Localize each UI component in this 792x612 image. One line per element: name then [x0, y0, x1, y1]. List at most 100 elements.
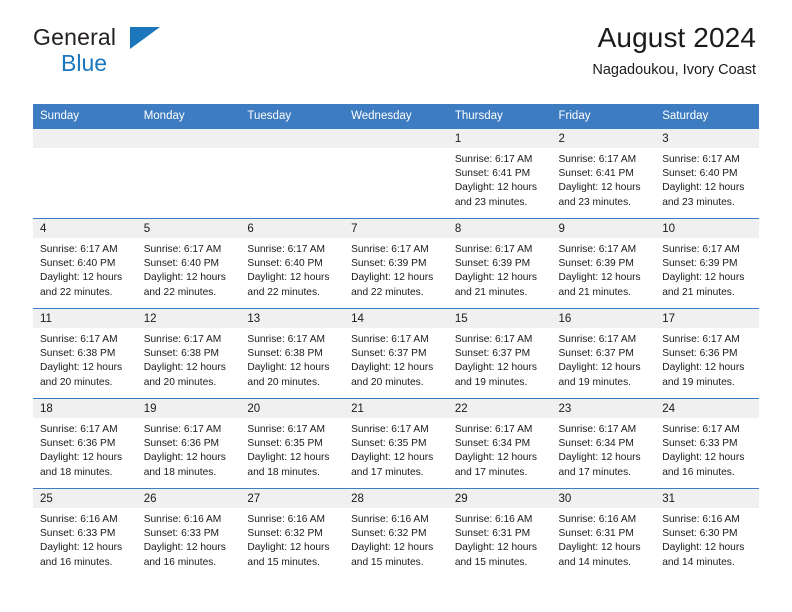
daylight-text-line1: Daylight: 12 hours [351, 272, 434, 284]
calendar-day-cell[interactable]: 22 Sunrise: 6:17 AM Sunset: 6:34 PM Dayligh… [447, 398, 552, 489]
calendar-day-cell[interactable]: 9 Sunrise: 6:17 AM Sunset: 6:39 PM Daylight… [551, 218, 656, 309]
calendar-cell-inner: 14 Sunrise: 6:17 AM Sunset: 6:37 PM Dayligh… [344, 309, 448, 398]
daylight-text-line2: and 15 minutes. [247, 556, 320, 568]
day-number: 18 [33, 399, 137, 418]
calendar-cell-inner: 1 Sunrise: 6:17 AM Sunset: 6:41 PM Daylight… [447, 129, 552, 218]
calendar-day-cell[interactable]: 12 Sunrise: 6:17 AM Sunset: 6:38 PM Dayligh… [136, 308, 241, 399]
sunset-text: Sunset: 6:33 PM [662, 438, 738, 450]
calendar-day-cell[interactable]: 11 Sunrise: 6:17 AM Sunset: 6:38 PM Dayligh… [33, 308, 137, 399]
daylight-text-line2: and 15 minutes. [351, 556, 424, 568]
calendar-day-cell[interactable]: 13 Sunrise: 6:17 AM Sunset: 6:38 PM Dayligh… [240, 308, 345, 399]
calendar-day-cell[interactable]: 31 Sunrise: 6:16 AM Sunset: 6:30 PM Dayligh… [655, 488, 759, 579]
sunset-text: Sunset: 6:40 PM [143, 258, 220, 270]
weekday-header-friday: Friday [551, 104, 656, 129]
calendar-day-cell[interactable]: 14 Sunrise: 6:17 AM Sunset: 6:37 PM Dayligh… [344, 308, 448, 399]
sunset-text: Sunset: 6:34 PM [454, 438, 531, 450]
daylight-text-line2: and 16 minutes. [662, 466, 735, 478]
calendar-cell-inner: 16 Sunrise: 6:17 AM Sunset: 6:37 PM Dayligh… [551, 309, 656, 398]
calendar-day-cell[interactable]: 24 Sunrise: 6:17 AM Sunset: 6:33 PM Dayligh… [655, 398, 759, 489]
calendar-day-cell[interactable]: 23 Sunrise: 6:17 AM Sunset: 6:34 PM Dayligh… [551, 398, 656, 489]
calendar-day-cell[interactable]: 2 Sunrise: 6:17 AM Sunset: 6:41 PM Daylight… [551, 128, 656, 219]
daylight-text-line1: Daylight: 12 hours [351, 542, 434, 554]
sunrise-text: Sunrise: 6:17 AM [247, 334, 325, 345]
calendar-cell-inner [136, 129, 241, 218]
day-details: Sunrise: 6:17 AM Sunset: 6:40 PM Daylight:… [33, 238, 137, 300]
daylight-text-line1: Daylight: 12 hours [247, 362, 330, 374]
calendar-cell-empty [33, 128, 137, 219]
daylight-text-line1: Daylight: 12 hours [558, 362, 641, 374]
daylight-text-line2: and 23 minutes. [662, 196, 735, 208]
day-details: Sunrise: 6:17 AM Sunset: 6:38 PM Daylight:… [240, 328, 344, 390]
calendar-day-cell[interactable]: 19 Sunrise: 6:17 AM Sunset: 6:36 PM Dayligh… [136, 398, 241, 489]
sunrise-text: Sunrise: 6:17 AM [454, 154, 533, 165]
calendar-day-cell[interactable]: 4 Sunrise: 6:17 AM Sunset: 6:40 PM Daylight… [33, 218, 137, 309]
daylight-text-line2: and 19 minutes. [662, 376, 735, 388]
daylight-text-line2: and 18 minutes. [247, 466, 320, 478]
calendar-day-cell[interactable]: 3 Sunrise: 6:17 AM Sunset: 6:40 PM Daylight… [655, 128, 759, 219]
calendar-day-cell[interactable]: 26 Sunrise: 6:16 AM Sunset: 6:33 PM Dayligh… [136, 488, 241, 579]
calendar-day-cell[interactable]: 1 Sunrise: 6:17 AM Sunset: 6:41 PM Daylight… [447, 128, 552, 219]
daylight-text-line1: Daylight: 12 hours [40, 542, 123, 554]
calendar-day-cell[interactable]: 8 Sunrise: 6:17 AM Sunset: 6:39 PM Daylight… [447, 218, 552, 309]
calendar-page: General Blue August 2024 Nagadoukou, Ivo… [0, 0, 792, 612]
day-number: 15 [447, 309, 552, 328]
sunrise-text: Sunrise: 6:16 AM [662, 514, 740, 525]
daylight-text-line1: Daylight: 12 hours [662, 272, 745, 284]
calendar-day-cell[interactable]: 6 Sunrise: 6:17 AM Sunset: 6:40 PM Daylight… [240, 218, 345, 309]
calendar-day-cell[interactable]: 30 Sunrise: 6:16 AM Sunset: 6:31 PM Dayligh… [551, 488, 656, 579]
day-number: 10 [655, 219, 759, 238]
calendar-cell-inner: 31 Sunrise: 6:16 AM Sunset: 6:30 PM Dayligh… [655, 489, 759, 579]
calendar-day-cell[interactable]: 21 Sunrise: 6:17 AM Sunset: 6:35 PM Dayligh… [344, 398, 448, 489]
calendar-day-cell[interactable]: 16 Sunrise: 6:17 AM Sunset: 6:37 PM Dayligh… [551, 308, 656, 399]
day-number: 31 [655, 489, 759, 508]
sunset-text: Sunset: 6:38 PM [143, 348, 220, 360]
calendar-day-cell[interactable]: 29 Sunrise: 6:16 AM Sunset: 6:31 PM Dayligh… [447, 488, 552, 579]
calendar-day-cell[interactable]: 10 Sunrise: 6:17 AM Sunset: 6:39 PM Dayligh… [655, 218, 759, 309]
day-number: 23 [551, 399, 656, 418]
weekday-header-sunday: Sunday [33, 104, 137, 129]
sunset-text: Sunset: 6:37 PM [454, 348, 531, 360]
day-details: Sunrise: 6:17 AM Sunset: 6:39 PM Daylight:… [448, 238, 552, 300]
calendar-cell-inner [240, 129, 345, 218]
calendar-day-cell[interactable]: 5 Sunrise: 6:17 AM Sunset: 6:40 PM Daylight… [136, 218, 241, 309]
day-number: 11 [33, 309, 137, 328]
day-number: 9 [551, 219, 656, 238]
daylight-text-line2: and 20 minutes. [40, 376, 113, 388]
calendar-day-cell[interactable]: 28 Sunrise: 6:16 AM Sunset: 6:32 PM Dayligh… [344, 488, 448, 579]
sunrise-text: Sunrise: 6:17 AM [40, 334, 118, 345]
calendar-cell-inner: 20 Sunrise: 6:17 AM Sunset: 6:35 PM Dayligh… [240, 399, 345, 488]
day-number: 17 [655, 309, 759, 328]
day-details: Sunrise: 6:17 AM Sunset: 6:34 PM Daylight:… [448, 418, 552, 480]
general-blue-logo[interactable]: General Blue [33, 26, 253, 82]
page-title: August 2024 [597, 22, 756, 53]
sunset-text: Sunset: 6:39 PM [454, 258, 531, 270]
day-details: Sunrise: 6:16 AM Sunset: 6:33 PM Daylight:… [137, 508, 241, 570]
day-number: 1 [447, 129, 552, 148]
day-number: 5 [136, 219, 241, 238]
daylight-text-line1: Daylight: 12 hours [662, 542, 745, 554]
sunset-text: Sunset: 6:36 PM [662, 348, 738, 360]
daylight-text-line2: and 22 minutes. [40, 286, 113, 298]
daylight-text-line2: and 17 minutes. [558, 466, 632, 478]
sunset-text: Sunset: 6:39 PM [662, 258, 738, 270]
calendar-cell-inner: 22 Sunrise: 6:17 AM Sunset: 6:34 PM Dayligh… [447, 399, 552, 488]
sunset-text: Sunset: 6:38 PM [40, 348, 116, 360]
calendar-day-cell[interactable]: 17 Sunrise: 6:17 AM Sunset: 6:36 PM Dayligh… [655, 308, 759, 399]
sunrise-text: Sunrise: 6:17 AM [558, 424, 637, 435]
sunset-text: Sunset: 6:31 PM [558, 528, 634, 540]
sunrise-text: Sunrise: 6:17 AM [143, 424, 222, 435]
sunset-text: Sunset: 6:41 PM [454, 168, 531, 180]
calendar-day-cell[interactable]: 7 Sunrise: 6:17 AM Sunset: 6:39 PM Daylight… [344, 218, 448, 309]
calendar-day-cell[interactable]: 20 Sunrise: 6:17 AM Sunset: 6:35 PM Dayligh… [240, 398, 345, 489]
day-details: Sunrise: 6:17 AM Sunset: 6:33 PM Daylight:… [655, 418, 759, 480]
calendar-cell-inner [344, 129, 448, 218]
sunset-text: Sunset: 6:33 PM [40, 528, 116, 540]
sunrise-text: Sunrise: 6:17 AM [143, 334, 222, 345]
day-number: 19 [136, 399, 241, 418]
sunset-text: Sunset: 6:39 PM [351, 258, 427, 270]
calendar-day-cell[interactable]: 25 Sunrise: 6:16 AM Sunset: 6:33 PM Dayligh… [33, 488, 137, 579]
sunrise-text: Sunrise: 6:16 AM [558, 514, 637, 525]
calendar-day-cell[interactable]: 27 Sunrise: 6:16 AM Sunset: 6:32 PM Dayligh… [240, 488, 345, 579]
calendar-day-cell[interactable]: 15 Sunrise: 6:17 AM Sunset: 6:37 PM Dayligh… [447, 308, 552, 399]
calendar-day-cell[interactable]: 18 Sunrise: 6:17 AM Sunset: 6:36 PM Dayligh… [33, 398, 137, 489]
